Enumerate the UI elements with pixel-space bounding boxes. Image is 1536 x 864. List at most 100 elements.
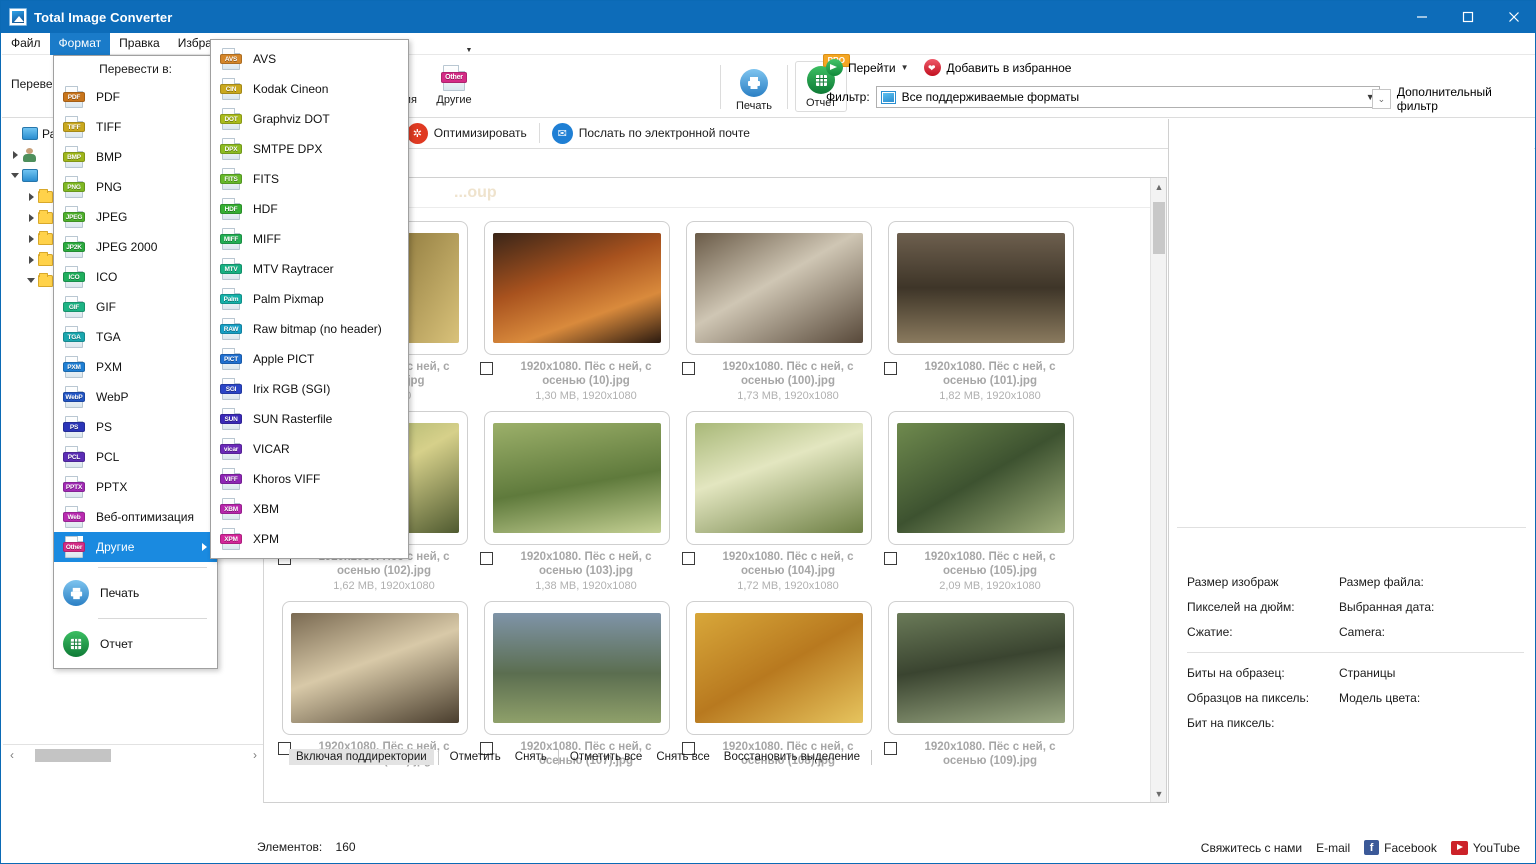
youtube-link[interactable]: YouTube <box>1450 840 1520 855</box>
menu-item-pcl[interactable]: PCL PCL <box>54 442 217 472</box>
close-icon[interactable] <box>1491 1 1535 33</box>
file-grid-item[interactable]: 1920x1080. Пёс с ней, с осенью (109).jpg <box>880 601 1082 769</box>
chevron-right-icon[interactable] <box>8 150 22 159</box>
submenu-item-palm[interactable]: Palm Palm Pixmap <box>211 284 408 314</box>
selection-button[interactable]: Отметить <box>443 749 508 765</box>
submenu-item-xpm[interactable]: XPM XPM <box>211 524 408 554</box>
file-checkbox[interactable] <box>682 552 695 565</box>
file-checkbox[interactable] <box>884 742 897 755</box>
hscroll-thumb[interactable] <box>35 749 111 762</box>
chevron-down-icon[interactable] <box>8 173 22 178</box>
facebook-link[interactable]: f Facebook <box>1364 840 1437 855</box>
submenu-item-sun[interactable]: SUN SUN Rasterfile <box>211 404 408 434</box>
file-thumbnail-frame[interactable] <box>686 601 872 735</box>
file-grid-item[interactable]: 1920x1080. Пёс с ней, с осенью (10).jpg 1… <box>476 221 678 403</box>
advanced-filter-group[interactable]: ⌄ Дополнительный фильтр <box>1372 85 1535 113</box>
file-thumbnail-frame[interactable] <box>484 221 670 355</box>
selection-button[interactable]: Снять все <box>649 749 716 765</box>
menu-item-other[interactable]: Other Другие <box>54 532 217 562</box>
selection-button[interactable]: Восстановить выделение <box>717 749 867 765</box>
goto-button[interactable]: Перейти ▼ <box>826 59 908 76</box>
file-grid-item[interactable]: 1920x1080. Пёс с ней, с осенью (103).jpg… <box>476 411 678 593</box>
selection-button[interactable]: Отметить все <box>563 749 649 765</box>
submenu-item-miff[interactable]: MIFF MIFF <box>211 224 408 254</box>
file-thumbnail-frame[interactable] <box>282 601 468 735</box>
scroll-left-icon[interactable]: ‹ <box>3 748 21 762</box>
menu-item-png[interactable]: PNG PNG <box>54 172 217 202</box>
file-checkbox[interactable] <box>480 552 493 565</box>
menu-item-jpeg[interactable]: JPEG JPEG <box>54 202 217 232</box>
submenu-item-vicar[interactable]: vicar VICAR <box>211 434 408 464</box>
file-thumbnail-frame[interactable] <box>686 411 872 545</box>
file-thumbnail-frame[interactable] <box>686 221 872 355</box>
file-grid-item[interactable]: 1920x1080. Пёс с ней, с осенью (108).jpg <box>678 601 880 769</box>
file-checkbox[interactable] <box>884 552 897 565</box>
file-grid-scrollbar[interactable]: ▲ ▼ <box>1150 178 1166 802</box>
menu-item-print[interactable]: Печать <box>54 573 217 613</box>
chevron-right-icon[interactable] <box>24 255 38 264</box>
format-button-other[interactable]: Other ▼ Другие <box>428 47 480 106</box>
toolbar-button-optimize[interactable]: ✲ Оптимизировать <box>406 122 527 144</box>
menu-item-pptx[interactable]: PPTX PPTX <box>54 472 217 502</box>
submenu-item-dpx[interactable]: DPX SMTPE DPX <box>211 134 408 164</box>
scroll-right-icon[interactable]: › <box>246 748 263 762</box>
hscroll-track[interactable] <box>21 748 246 762</box>
submenu-item-cin[interactable]: CIN Kodak Cineon <box>211 74 408 104</box>
menu-item-tga[interactable]: TGA TGA <box>54 322 217 352</box>
tree-horizontal-scrollbar[interactable]: ‹ › <box>3 744 263 765</box>
vscroll-thumb[interactable] <box>1153 202 1165 254</box>
submenu-item-pict[interactable]: PICT Apple PICT <box>211 344 408 374</box>
menu-item-tiff[interactable]: TIFF TIFF <box>54 112 217 142</box>
menu-item-pxm[interactable]: PXM PXM <box>54 352 217 382</box>
filter-combobox[interactable]: Все поддерживаемые форматы ▼ <box>875 86 1380 108</box>
selection-button[interactable]: Включая поддиректории <box>289 749 434 765</box>
file-grid-item[interactable]: 1920x1080. Пёс с ней, с осенью (106).jpg <box>274 601 476 769</box>
menu-item-gif[interactable]: GIF GIF <box>54 292 217 322</box>
chevron-right-icon[interactable] <box>24 213 38 222</box>
add-favorite-button[interactable]: ❤ Добавить в избранное <box>924 59 1071 76</box>
file-grid-item[interactable]: 1920x1080. Пёс с ней, с осенью (104).jpg… <box>678 411 880 593</box>
file-checkbox[interactable] <box>480 362 493 375</box>
chevron-down-icon[interactable] <box>24 278 38 283</box>
selection-button[interactable]: Снять <box>508 749 554 765</box>
scroll-up-icon[interactable]: ▲ <box>1151 178 1166 195</box>
minimize-icon[interactable] <box>1399 1 1445 33</box>
file-thumbnail-frame[interactable] <box>484 601 670 735</box>
email-link[interactable]: E-mail <box>1316 841 1350 855</box>
menu-item-bmp[interactable]: BMP BMP <box>54 142 217 172</box>
menu-item-pdf[interactable]: PDF PDF <box>54 82 217 112</box>
file-grid-item[interactable]: 1920x1080. Пёс с ней, с осенью (105).jpg… <box>880 411 1082 593</box>
file-grid-item[interactable]: 1920x1080. Пёс с ней, с осенью (107).jpg <box>476 601 678 769</box>
submenu-item-mtv[interactable]: MTV MTV Raytracer <box>211 254 408 284</box>
menu-item-jp2k[interactable]: JP2K JPEG 2000 <box>54 232 217 262</box>
toolbar-button-mail[interactable]: ✉ Послать по электронной почте <box>551 122 750 144</box>
file-thumbnail-frame[interactable] <box>888 221 1074 355</box>
submenu-item-xbm[interactable]: XBM XBM <box>211 494 408 524</box>
submenu-item-raw[interactable]: RAW Raw bitmap (no header) <box>211 314 408 344</box>
menu-item-report[interactable]: Отчет <box>54 624 217 664</box>
file-thumbnail-frame[interactable] <box>888 601 1074 735</box>
file-checkbox[interactable] <box>682 362 695 375</box>
file-thumbnail-frame[interactable] <box>484 411 670 545</box>
menu-item-ps[interactable]: PS PS <box>54 412 217 442</box>
submenu-item-viff[interactable]: VIFF Khoros VIFF <box>211 464 408 494</box>
file-grid-item[interactable]: 1920x1080. Пёс с ней, с осенью (100).jpg… <box>678 221 880 403</box>
submenu-item-avs[interactable]: AVS AVS <box>211 44 408 74</box>
menu-item-web[interactable]: Web Веб-оптимизация <box>54 502 217 532</box>
menu-item-ico[interactable]: ICO ICO <box>54 262 217 292</box>
menu-file[interactable]: Файл <box>2 33 50 55</box>
maximize-icon[interactable] <box>1445 1 1491 33</box>
print-button[interactable]: Печать <box>728 65 780 112</box>
file-grid-item[interactable]: 1920x1080. Пёс с ней, с осенью (101).jpg… <box>880 221 1082 403</box>
menu-item-webp[interactable]: WebP WebP <box>54 382 217 412</box>
chevron-right-icon[interactable] <box>24 192 38 201</box>
submenu-item-sgi[interactable]: SGI Irix RGB (SGI) <box>211 374 408 404</box>
submenu-item-hdf[interactable]: HDF HDF <box>211 194 408 224</box>
scroll-down-icon[interactable]: ▼ <box>1151 785 1166 802</box>
file-checkbox[interactable] <box>884 362 897 375</box>
file-thumbnail-frame[interactable] <box>888 411 1074 545</box>
menu-format[interactable]: Формат <box>49 32 111 55</box>
menu-edit[interactable]: Правка <box>110 33 169 55</box>
chevron-right-icon[interactable] <box>24 234 38 243</box>
submenu-item-fits[interactable]: FITS FITS <box>211 164 408 194</box>
